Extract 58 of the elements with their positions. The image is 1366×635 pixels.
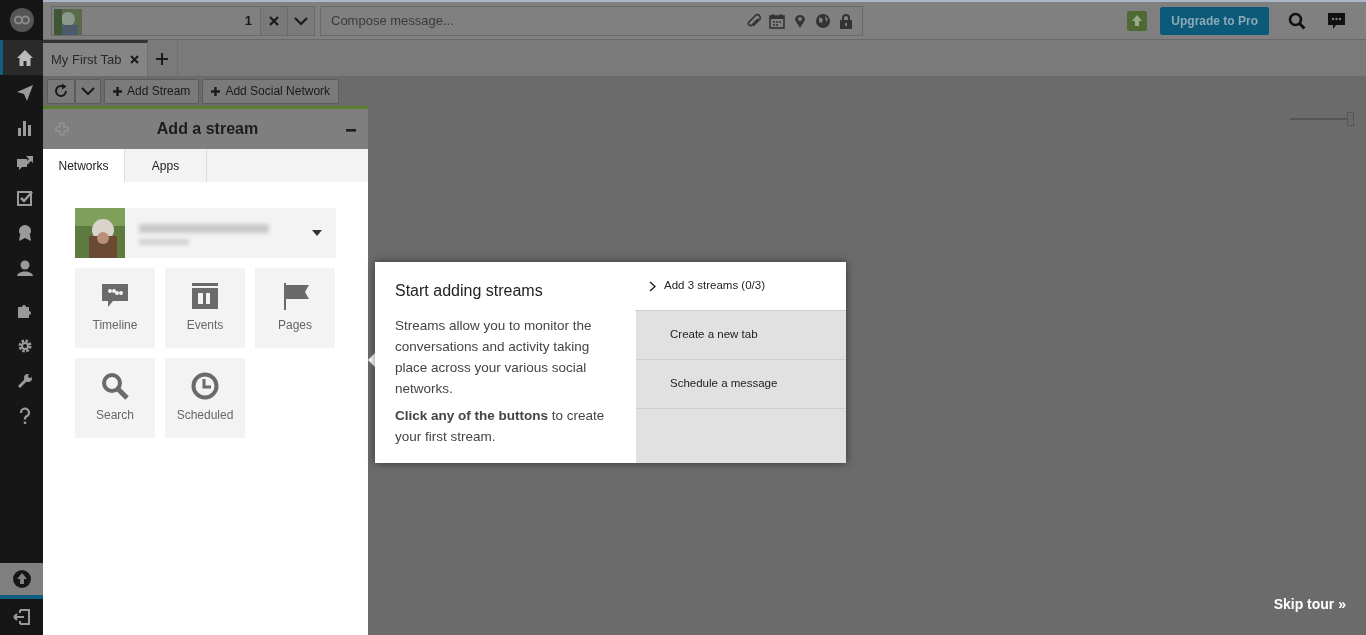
globe-icon [815,12,831,29]
chat-arrow-icon [15,153,34,172]
refresh-icon [53,83,69,99]
logout-icon [12,608,31,626]
tour-title: Start adding streams [395,281,544,301]
plus-icon [211,86,221,96]
chat-bubble-icon [1327,11,1346,30]
stream-type-button[interactable]: Pages [255,268,335,348]
tab-label: My First Tab [51,50,122,69]
plus-icon [156,52,169,65]
stream-type-button[interactable]: Search [75,358,155,438]
dropdown-button[interactable] [287,6,314,35]
calendar-icon [191,282,219,310]
tour-text: Click any of the buttons to create your first stream. [395,407,606,446]
plus-icon [113,86,122,96]
compose-box[interactable]: Compose message... [320,5,863,36]
upload-icon [12,570,31,588]
add-stream-button[interactable]: Add Stream [104,78,200,104]
person-icon [15,258,34,277]
refresh-button[interactable] [47,78,75,104]
close-icon [268,14,280,27]
wrench-icon [15,371,34,390]
chevron-right-icon [649,280,656,292]
chevron-down-icon [81,86,95,96]
search-icon [101,372,129,400]
close-icon [129,55,139,64]
tab[interactable]: My First Tab [43,40,148,76]
calendar-icon [769,12,785,29]
upgrade-button[interactable]: Upgrade to Pro [1160,6,1269,35]
tour-text: Streams allow you to monitor the conversations and activity taking place across your various social networks. [395,317,593,398]
dropdown-button[interactable] [75,78,101,104]
owl-logo-icon [9,8,34,32]
lock-icon [838,12,854,29]
stream-type-button[interactable]: Events [165,268,245,348]
tab[interactable]: Networks [43,149,125,182]
skip-tour-link[interactable]: Skip tour » [1273,594,1346,615]
flag-icon [281,282,309,310]
clear-button[interactable] [260,6,287,35]
compose-field[interactable]: Compose message... [329,9,739,32]
checkbox-icon [15,188,34,207]
stream-type-button[interactable]: Scheduled [165,358,245,438]
paperclip-icon [746,12,762,29]
paper-plane-icon [15,83,34,102]
selected-profile-count: 1 [243,11,253,30]
sidebar-item[interactable] [0,563,43,599]
location-pin-icon [792,12,808,29]
tour-step[interactable]: Add 3 streams (0/3) [635,262,846,311]
account-selector[interactable] [75,208,336,258]
caret-down-icon [312,230,322,236]
add-social-network-button[interactable]: Add Social Network [202,78,340,104]
stream-type-button[interactable]: Timeline [75,268,155,348]
chevron-down-icon [294,15,308,26]
search-icon [1288,11,1306,30]
clock-icon [191,372,219,400]
home-icon [15,48,34,67]
sidebar-item[interactable] [0,40,43,75]
panel-title: Add a stream [155,119,260,139]
bar-chart-icon [15,118,34,137]
